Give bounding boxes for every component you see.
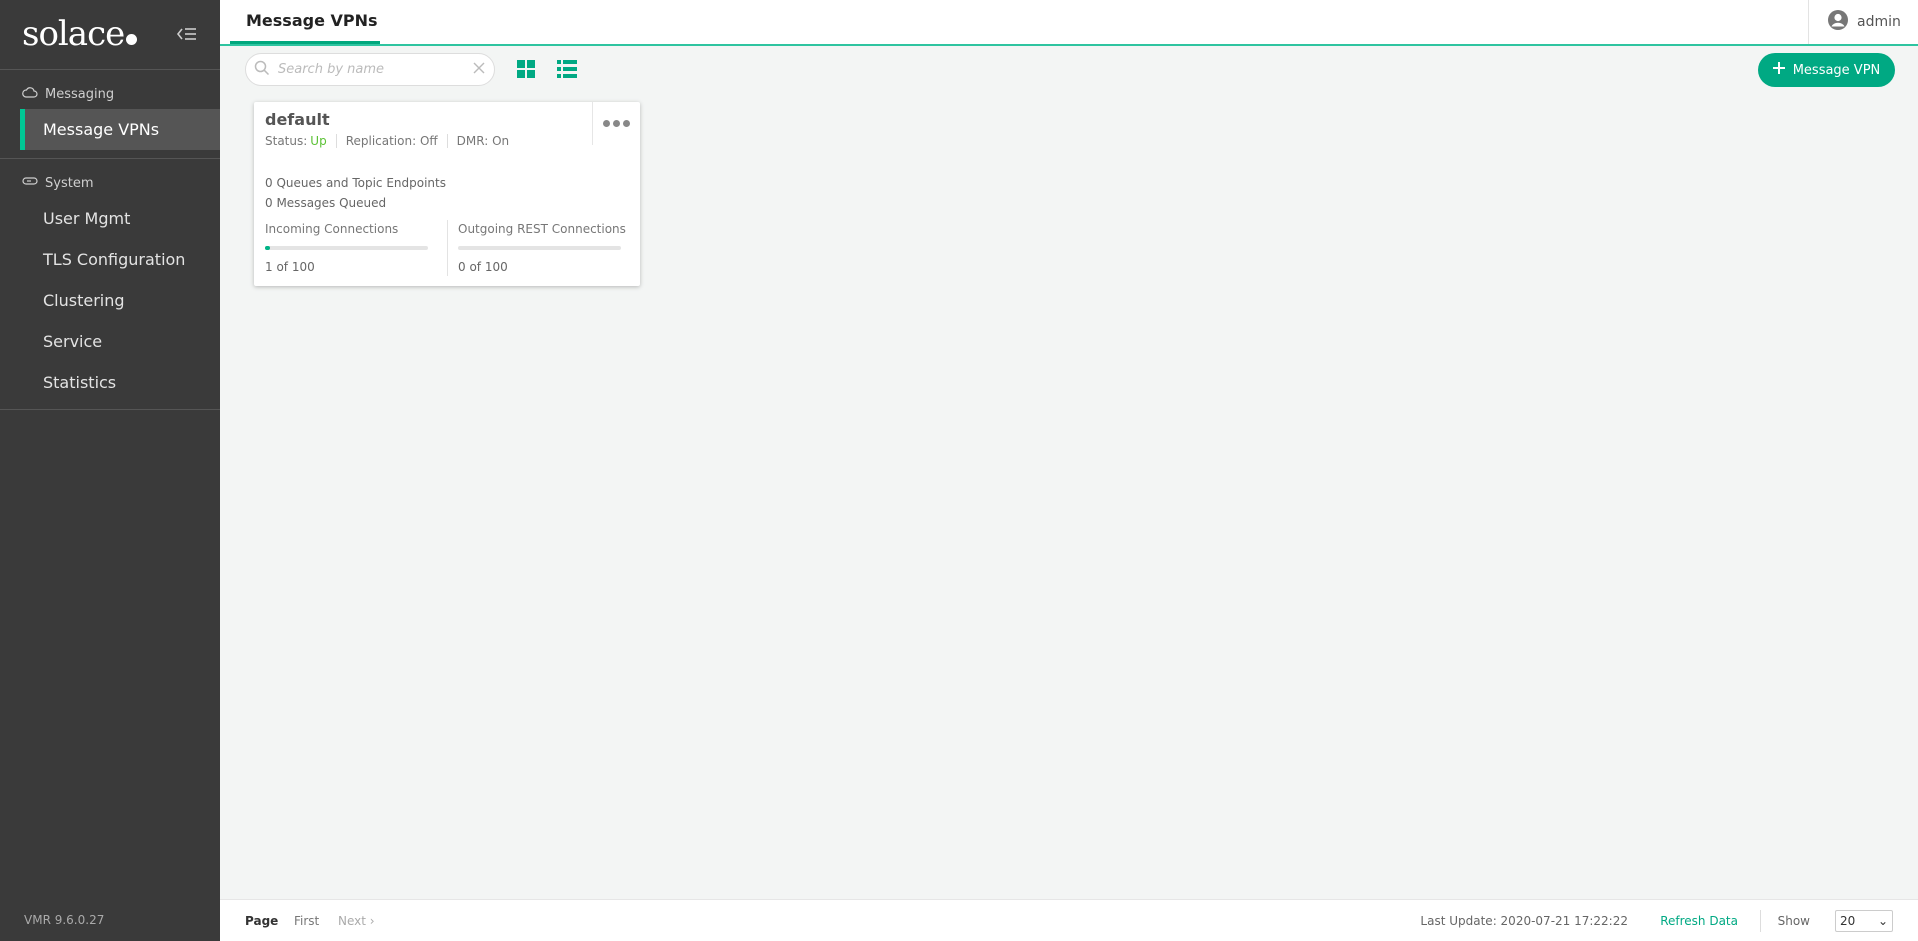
cloud-icon — [22, 86, 38, 102]
vpn-card[interactable]: default Status: Up Replication: Off DMR:… — [254, 102, 640, 286]
sidebar-item-label: Clustering — [43, 291, 125, 310]
sidebar-item-statistics[interactable]: Statistics — [0, 362, 220, 403]
section-label: System — [45, 175, 94, 191]
sidebar-item-user-mgmt[interactable]: User Mgmt — [0, 198, 220, 239]
section-messaging: Messaging — [0, 83, 220, 105]
incoming-progress-fill — [265, 246, 270, 250]
incoming-count: 1 of 100 — [265, 260, 315, 274]
system-icon — [22, 175, 38, 191]
list-view-icon[interactable] — [556, 59, 578, 79]
incoming-progress-bar — [265, 246, 428, 250]
section-system: System — [0, 172, 220, 194]
refresh-data-link[interactable]: Refresh Data — [1660, 900, 1738, 941]
next-page-link[interactable]: Next › — [338, 900, 375, 941]
collapse-sidebar-icon[interactable] — [176, 24, 198, 44]
outgoing-rest-connections: Outgoing REST Connections 0 of 100 — [458, 222, 628, 274]
sidebar-item-clustering[interactable]: Clustering — [0, 280, 220, 321]
dmr-status: DMR: On — [456, 134, 510, 148]
page-label: Page — [245, 914, 279, 928]
solace-logo[interactable]: solace — [22, 14, 138, 54]
outgoing-count: 0 of 100 — [458, 260, 508, 274]
sidebar-item-label: Message VPNs — [43, 120, 160, 139]
clear-search-icon[interactable] — [472, 60, 486, 79]
chevron-down-icon: ⌄ — [1877, 914, 1888, 928]
outgoing-progress-bar — [458, 246, 621, 250]
sidebar-item-label: User Mgmt — [43, 209, 131, 228]
footer-pagination: Page First Next › Last Update: 2020-07-2… — [220, 899, 1918, 941]
queues-count: 0 Queues and Topic Endpoints — [265, 176, 446, 190]
more-options-icon[interactable] — [592, 102, 640, 145]
version-label: VMR 9.6.0.27 — [24, 913, 105, 927]
section-label: Messaging — [45, 86, 115, 102]
replication-status: Replication: Off — [345, 134, 438, 148]
status-label: Status: — [265, 134, 308, 148]
logo-row: solace — [0, 0, 220, 70]
page-size-select[interactable]: 20 ⌄ — [1835, 910, 1893, 932]
chevron-right-icon: › — [369, 914, 375, 928]
search-box — [245, 53, 495, 86]
plus-icon — [1772, 62, 1785, 78]
user-name: admin — [1857, 14, 1901, 30]
last-update: Last Update: 2020-07-21 17:22:22 — [1420, 914, 1628, 928]
sidebar-item-label: TLS Configuration — [43, 250, 186, 269]
outgoing-label: Outgoing REST Connections — [458, 222, 626, 236]
show-label: Show — [1777, 914, 1810, 928]
sidebar: solace Messaging Message VPNs System Use… — [0, 0, 220, 941]
vpn-status-row: Status: Up Replication: Off DMR: On — [265, 134, 509, 148]
vpn-card-title[interactable]: default — [265, 110, 330, 129]
add-message-vpn-button[interactable]: Message VPN — [1758, 53, 1895, 87]
page-title: Message VPNs — [246, 11, 378, 30]
incoming-connections: Incoming Connections 1 of 100 — [265, 222, 435, 274]
sidebar-item-service[interactable]: Service — [0, 321, 220, 362]
search-input[interactable] — [278, 54, 472, 85]
grid-view-icon[interactable] — [515, 59, 537, 79]
sidebar-item-message-vpns[interactable]: Message VPNs — [20, 109, 220, 150]
sidebar-item-label: Service — [43, 332, 103, 351]
user-avatar-icon — [1827, 9, 1849, 35]
tab-message-vpns[interactable]: Message VPNs — [230, 0, 380, 44]
search-icon — [254, 60, 270, 80]
sidebar-item-label: Statistics — [43, 373, 117, 392]
header: Message VPNs admin — [220, 0, 1918, 46]
incoming-label: Incoming Connections — [265, 222, 399, 236]
user-menu[interactable]: admin — [1808, 0, 1918, 44]
messages-queued: 0 Messages Queued — [265, 196, 387, 210]
add-button-label: Message VPN — [1792, 62, 1881, 78]
status-value: Up — [310, 134, 327, 148]
first-page-link[interactable]: First — [294, 900, 319, 941]
sidebar-item-tls-configuration[interactable]: TLS Configuration — [0, 239, 220, 280]
